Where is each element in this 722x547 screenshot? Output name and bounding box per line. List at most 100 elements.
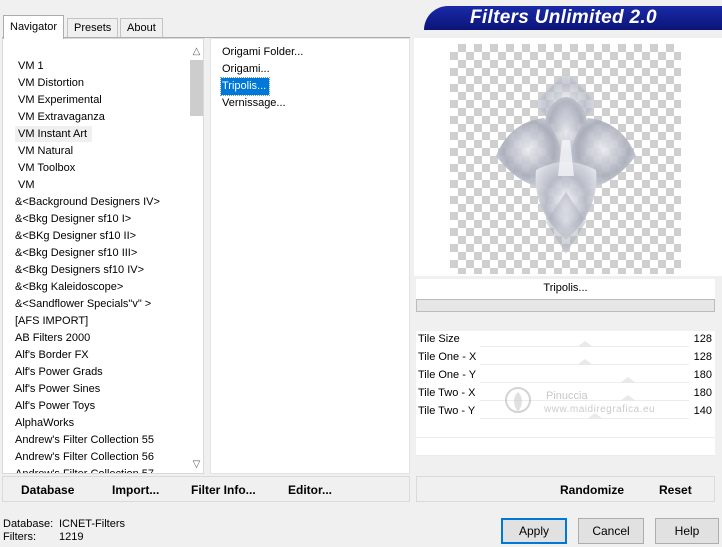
category-item[interactable]: VM Toolbox [3,160,186,177]
filter-item[interactable]: Vernissage... [221,95,289,112]
category-item[interactable]: &<Sandflower Specials"v" > [3,296,186,313]
selected-filter-label: Tripolis... [416,279,715,299]
category-label: AlphaWorks [15,417,75,429]
param-slider-thumb[interactable] [576,341,593,347]
param-name: Tile Two - Y [418,405,476,417]
import-label: Import... [112,483,160,497]
category-label: Alf's Border FX [15,349,89,361]
watermark-name: Pinuccia [546,390,588,402]
editor-button[interactable]: Editor... [288,483,332,497]
category-item[interactable]: &<Bkg Designer sf10 III> [3,245,186,262]
category-item[interactable]: [AFS IMPORT] [3,313,186,330]
category-item[interactable]: &<Bkg Designer sf10 I> [3,211,186,228]
category-label: VM Instant Art [15,126,93,142]
category-scrollbar[interactable]: △ ▽ [188,43,203,473]
category-label: VM [18,179,35,191]
preview-panel [414,38,722,276]
category-item[interactable]: VM Instant Art [3,126,186,143]
category-item[interactable]: VM Natural [3,143,186,160]
category-label: VM Natural [18,145,74,157]
category-list[interactable]: VM 1 VM Distortion VM Experimental VM Extra… [2,38,204,474]
category-label: Alf's Power Sines [15,383,101,395]
category-item[interactable]: Andrew's Filter Collection 57 [3,466,186,474]
category-item[interactable]: VM [3,177,186,194]
tab-about[interactable]: About [120,18,163,38]
filter-item[interactable]: Tripolis... [219,77,271,96]
category-label: AB Filters 2000 [15,332,91,344]
category-item[interactable]: &<Bkg Designers sf10 IV> [3,262,186,279]
param-value: 128 [693,333,712,345]
category-item[interactable]: &<Bkg Kaleidoscope> [3,279,186,296]
database-status: Database: ICNET-Filters [3,518,125,530]
left-button-bar: Database Import... Filter Info... Editor… [2,476,410,502]
reset-button[interactable]: Reset [659,483,692,497]
category-item[interactable]: VM Extravaganza [3,109,186,126]
category-item[interactable]: &<Background Designers IV> [3,194,186,211]
category-label: VM Extravaganza [18,111,105,123]
category-item[interactable]: AlphaWorks [3,415,186,432]
scroll-up-icon[interactable]: △ [188,43,203,60]
right-button-bar: Randomize Reset [416,476,715,502]
category-label: &<Bkg Kaleidoscope> [15,281,124,293]
filter-list[interactable]: Origami Folder... Origami... Tripolis... Ve… [210,38,410,474]
param-row[interactable]: Tile Size 128 [416,331,715,349]
category-item[interactable]: Alf's Power Grads [3,364,186,381]
category-item[interactable]: VM Experimental [3,92,186,109]
category-item[interactable]: VM Distortion [3,75,186,92]
scroll-down-icon[interactable]: ▽ [188,456,203,473]
apply-button[interactable]: Apply [501,518,567,544]
filter-item[interactable]: Origami... [221,61,273,78]
param-name: Tile Two - X [418,387,476,399]
category-item[interactable]: Andrew's Filter Collection 56 [3,449,186,466]
category-label: Andrew's Filter Collection 57 [15,468,155,474]
banner-title: Filters Unlimited 2.0 [470,7,657,28]
randomize-button[interactable]: Randomize [560,483,624,497]
category-item[interactable]: AB Filters 2000 [3,330,186,347]
database-status-label: Database: [3,518,54,530]
param-value: 128 [693,351,712,363]
scrollbar-thumb[interactable] [190,60,203,116]
param-name: Tile Size [418,333,460,345]
category-label: [AFS IMPORT] [15,315,89,327]
watermark-logo-icon [505,387,531,413]
filter-info-button[interactable]: Filter Info... [191,483,256,497]
param-slider-thumb[interactable] [576,359,593,365]
param-value: 180 [693,387,712,399]
help-button[interactable]: Help [655,518,719,544]
cancel-label: Cancel [592,524,630,538]
database-button[interactable]: Database [21,483,74,497]
tab-presets[interactable]: Presets [67,18,119,38]
watermark: Pinuccia www.maidiregrafica.eu [500,380,680,430]
category-label: &<Bkg Designers sf10 IV> [15,264,145,276]
filter-label-text: Tripolis... [543,282,588,294]
category-label: Alf's Power Grads [15,366,103,378]
filter-item[interactable]: Origami Folder... [221,44,306,61]
category-item[interactable]: Alf's Border FX [3,347,186,364]
category-item[interactable]: Alf's Power Toys [3,398,186,415]
category-item[interactable]: &<BKg Designer sf10 II> [3,228,186,245]
category-item[interactable]: Andrew's Filter Collection 55 [3,432,186,449]
filters-status-value: 1219 [59,531,84,543]
category-item[interactable]: Alf's Power Sines [3,381,186,398]
preview-image [450,44,681,274]
tab-label: Navigator [10,21,58,33]
category-label: &<Sandflower Specials"v" > [15,298,152,310]
category-label: VM Distortion [18,77,85,89]
category-label: &<Bkg Designer sf10 III> [15,247,138,259]
import-button[interactable]: Import... [112,483,159,497]
database-status-value: ICNET-Filters [59,518,125,530]
param-value: 180 [693,369,712,381]
progress-bar [416,299,715,312]
param-divider [416,455,715,456]
cancel-button[interactable]: Cancel [578,518,644,544]
randomize-label: Randomize [560,483,625,497]
category-item[interactable]: VM 1 [3,58,186,75]
title-banner: Filters Unlimited 2.0 [424,6,722,30]
category-label: VM Experimental [18,94,102,106]
category-label: &<BKg Designer sf10 II> [15,230,137,242]
param-row[interactable]: Tile One - X 128 [416,349,715,367]
param-value: 140 [693,405,712,417]
tab-navigator[interactable]: Navigator [3,15,65,39]
category-label: Andrew's Filter Collection 55 [15,434,155,446]
filters-status-label: Filters: [3,531,36,543]
